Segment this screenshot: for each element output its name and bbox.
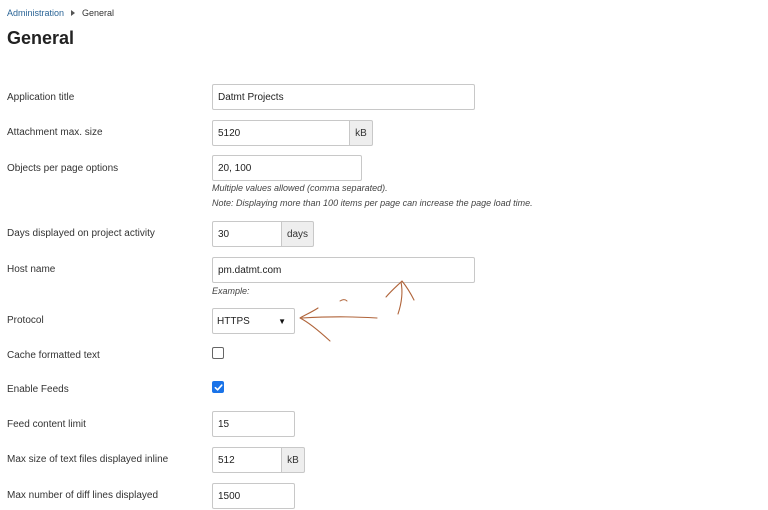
protocol-label: Protocol	[7, 315, 44, 326]
hand-drawn-arrow-annotation	[299, 280, 415, 342]
checkmark-icon	[214, 383, 223, 391]
app-title-input[interactable]	[212, 84, 475, 110]
objects-per-page-label: Objects per page options	[7, 163, 119, 174]
breadcrumb-administration-link[interactable]: Administration	[7, 8, 64, 18]
page-title: General	[7, 28, 75, 48]
breadcrumb-current: General	[82, 8, 115, 18]
attachment-max-size-label: Attachment max. size	[7, 127, 103, 138]
attachment-unit-addon: kB	[350, 120, 373, 146]
protocol-selected-value: HTTPS	[217, 315, 250, 327]
feed-content-limit-input[interactable]	[212, 411, 295, 437]
feed-content-limit-label: Feed content limit	[7, 419, 86, 430]
max-text-file-size-input[interactable]	[212, 447, 282, 473]
protocol-select[interactable]: HTTPS ▼	[212, 308, 295, 334]
cache-formatted-text-checkbox[interactable]	[212, 347, 224, 359]
cache-formatted-text-label: Cache formatted text	[7, 350, 100, 361]
host-name-hint: Example:	[212, 286, 250, 296]
enable-feeds-checkbox[interactable]	[212, 381, 224, 393]
host-name-label: Host name	[7, 264, 56, 275]
objects-per-page-hint: Multiple values allowed (comma separated…	[212, 183, 388, 193]
objects-per-page-note: Note: Displaying more than 100 items per…	[212, 198, 533, 208]
breadcrumb: Administration General	[7, 8, 114, 18]
max-diff-lines-label: Max number of diff lines displayed	[7, 490, 159, 501]
enable-feeds-label: Enable Feeds	[7, 384, 69, 395]
objects-per-page-input[interactable]	[212, 155, 362, 181]
max-text-file-size-label: Max size of text files displayed inline	[7, 454, 169, 465]
max-diff-lines-input[interactable]	[212, 483, 295, 509]
days-activity-input[interactable]	[212, 221, 282, 247]
days-unit-addon: days	[282, 221, 314, 247]
host-name-input[interactable]	[212, 257, 475, 283]
app-title-label: Application title	[7, 92, 75, 103]
attachment-max-size-input[interactable]	[212, 120, 350, 146]
caret-down-icon: ▼	[278, 316, 286, 326]
caret-right-icon	[71, 10, 76, 16]
days-activity-label: Days displayed on project activity	[7, 228, 155, 239]
max-text-file-size-unit-addon: kB	[282, 447, 305, 473]
